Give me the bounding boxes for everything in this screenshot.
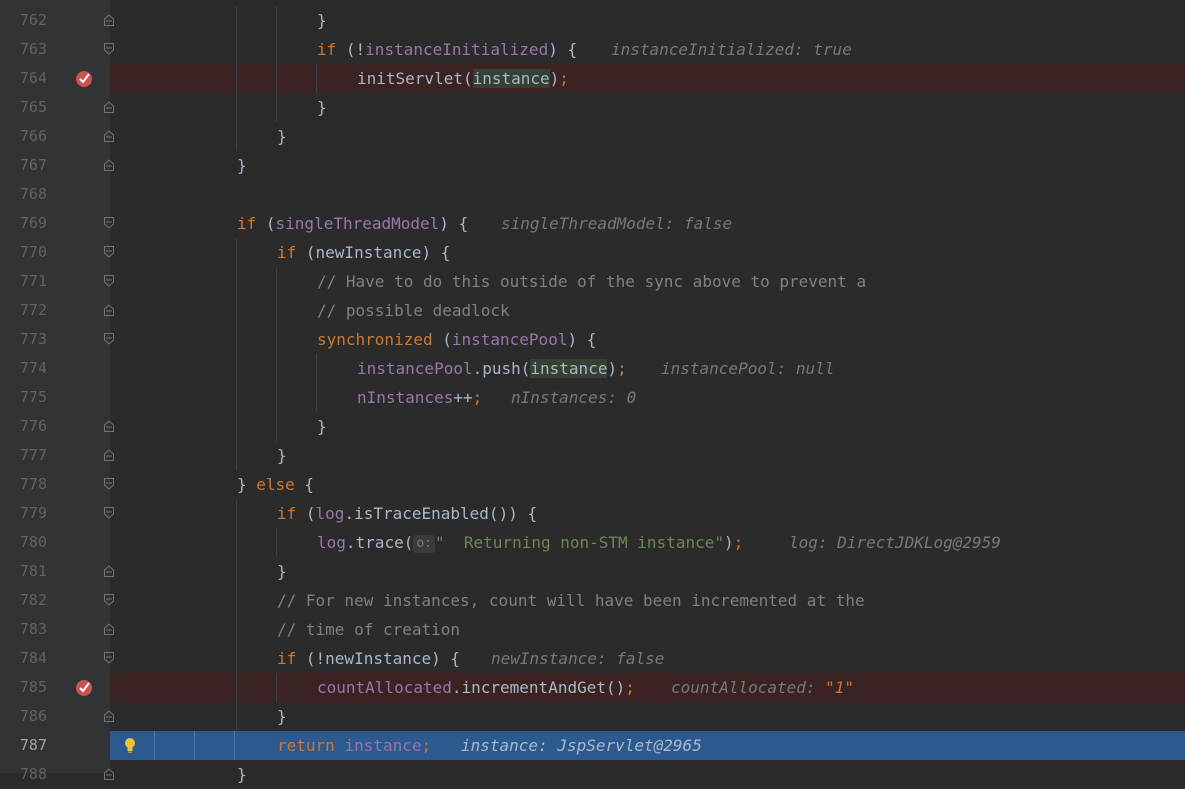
line-number: 765 [19,98,47,116]
code-line[interactable]: 775 nInstances++; nInstances: 0 [0,383,1185,412]
line-number: 775 [19,388,47,406]
current-execution-line[interactable]: 787 return instance; instance: JspServle… [0,731,1185,760]
code-line-breakpoint[interactable]: 764 initServlet(instance); [0,64,1185,93]
inline-debug-value: instanceInitialized: true [611,40,852,59]
code-line[interactable]: 774 instancePool.push(instance); instanc… [0,354,1185,383]
code-line-breakpoint[interactable]: 785 countAllocated.incrementAndGet(); co… [0,673,1185,702]
code-line[interactable]: 763 if (!instanceInitialized) { instance… [0,35,1185,64]
line-number: 763 [19,40,47,58]
code-line[interactable]: 766 } [0,122,1185,151]
line-number: 769 [19,214,47,232]
fold-end-icon[interactable] [103,768,115,780]
fold-end-icon[interactable] [103,449,115,461]
line-number: 785 [19,678,47,696]
fold-start-icon[interactable] [103,507,115,519]
inline-debug-value: nInstances: 0 [511,388,637,407]
fold-start-icon[interactable] [103,333,115,345]
code-line[interactable]: 772 // possible deadlock [0,296,1185,325]
line-number: 774 [19,359,47,377]
line-number: 783 [19,620,47,638]
code-line[interactable]: 783 // time of creation [0,615,1185,644]
line-number: 780 [19,533,47,551]
line-number: 777 [19,446,47,464]
fold-start-icon[interactable] [103,217,115,229]
line-number: 772 [19,301,47,319]
code-line[interactable]: 780 log.trace(o: " Returning non-STM inst… [0,528,1185,557]
inline-debug-value: singleThreadModel: false [501,214,733,233]
code-line[interactable]: 779 if (log.isTraceEnabled()) { [0,499,1185,528]
inline-debug-value: countAllocated: "1" [671,678,855,697]
code-line[interactable]: 768 [0,180,1185,209]
inline-debug-value: log: DirectJDKLog@2959 [789,533,1001,552]
line-number: 778 [19,475,47,493]
inline-debug-value: newInstance: false [491,649,665,668]
line-number: 766 [19,127,47,145]
fold-start-icon[interactable] [103,478,115,490]
breakpoint-verified-icon[interactable] [75,678,94,697]
code-line[interactable]: 773 synchronized (instancePool) { [0,325,1185,354]
code-line[interactable]: 765 } [0,93,1185,122]
code-text: } [317,11,327,30]
fold-end-icon[interactable] [103,159,115,171]
fold-end-icon[interactable] [103,101,115,113]
line-number: 776 [19,417,47,435]
fold-end-icon[interactable] [103,710,115,722]
breakpoint-verified-icon[interactable] [75,69,94,88]
line-number: 767 [19,156,47,174]
inline-debug-value: instance: JspServlet@2965 [461,736,702,755]
fold-start-icon[interactable] [103,594,115,606]
fold-end-icon[interactable] [103,304,115,316]
code-line[interactable]: 771 // Have to do this outside of the sy… [0,267,1185,296]
line-number: 770 [19,243,47,261]
line-number: 779 [19,504,47,522]
fold-start-icon[interactable] [103,275,115,287]
line-number: 773 [19,330,47,348]
code-line[interactable]: 781 } [0,557,1185,586]
code-line[interactable]: 778 } else { [0,470,1185,499]
line-number: 768 [19,185,47,203]
fold-start-icon[interactable] [103,246,115,258]
line-number: 771 [19,272,47,290]
line-number: 784 [19,649,47,667]
fold-end-icon[interactable] [103,420,115,432]
parameter-hint: o: [413,534,435,553]
inline-debug-value: instancePool: null [661,359,835,378]
code-line[interactable]: 788 } [0,760,1185,789]
fold-end-icon[interactable] [103,14,115,26]
lightbulb-icon[interactable] [122,736,138,754]
line-number: 782 [19,591,47,609]
code-line[interactable]: 777 } [0,441,1185,470]
fold-end-icon[interactable] [103,623,115,635]
line-number: 762 [19,11,47,29]
code-line[interactable]: 767 } [0,151,1185,180]
code-line[interactable]: 786 } [0,702,1185,731]
line-number: 787 [19,736,47,754]
line-number: 788 [19,765,47,783]
code-line[interactable]: 782 // For new instances, count will hav… [0,586,1185,615]
fold-start-icon[interactable] [103,43,115,55]
fold-end-icon[interactable] [103,565,115,577]
code-line[interactable]: 762 } [0,6,1185,35]
fold-start-icon[interactable] [103,652,115,664]
code-editor[interactable]: 762 } 763 if (!instanceInitialized) { in… [0,0,1185,784]
code-line[interactable]: 770 if (newInstance) { [0,238,1185,267]
code-line[interactable]: 784 if (!newInstance) { newInstance: fal… [0,644,1185,673]
code-line[interactable]: 769 if (singleThreadModel) { singleThrea… [0,209,1185,238]
line-number: 764 [19,69,47,87]
line-number: 786 [19,707,47,725]
code-line[interactable]: 776 } [0,412,1185,441]
line-number: 781 [19,562,47,580]
fold-end-icon[interactable] [103,130,115,142]
